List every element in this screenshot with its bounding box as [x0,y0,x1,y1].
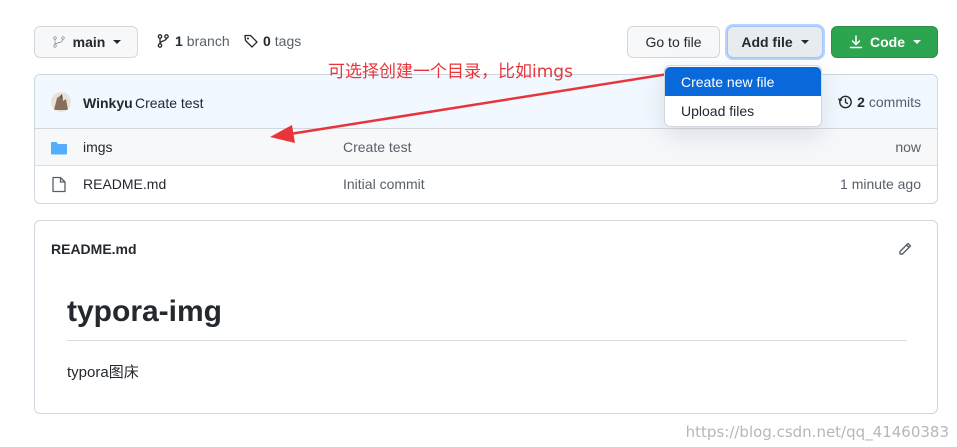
download-icon [849,35,863,49]
file-name[interactable]: imgs [83,139,113,155]
file-age: 1 minute ago [840,176,921,192]
menu-item-create-new-file[interactable]: Create new file [665,67,821,96]
tags-count: 0 [263,33,271,49]
history-icon [838,95,852,109]
git-branch-icon [157,34,169,48]
go-to-file-label: Go to file [645,34,702,50]
chevron-down-icon [800,40,809,44]
file-age: now [895,139,921,155]
file-commit-message[interactable]: Create test [343,139,411,155]
readme-heading: typora-img [67,295,223,328]
watermark: https://blog.csdn.net/qq_41460383 [685,423,949,441]
folder-icon [51,142,67,155]
add-file-menu: Create new file Upload files [664,65,822,127]
tags-link[interactable]: 0 tags [243,33,301,49]
branches-label: branch [186,33,230,49]
pencil-icon[interactable] [897,241,913,257]
branch-select-label: main [72,34,106,50]
code-label: Code [870,34,905,50]
commit-message[interactable]: Create test [135,95,203,111]
file-commit-message[interactable]: Initial commit [343,176,425,192]
add-file-button[interactable]: Add file [727,26,823,58]
go-to-file-button[interactable]: Go to file [627,26,720,58]
readme-heading-divider [67,340,907,341]
branches-count: 1 [175,33,183,49]
file-name[interactable]: README.md [83,176,166,192]
menu-item-upload-files[interactable]: Upload files [665,96,821,125]
chevron-down-icon [913,40,921,44]
branches-link[interactable]: 1 branch [155,33,230,49]
file-row[interactable]: imgs Create test now [35,129,937,166]
add-file-label: Add file [741,34,793,50]
git-branch-icon [53,36,65,48]
avatar[interactable] [51,92,71,112]
commits-history-link[interactable]: 2 commits [837,94,921,110]
chevron-down-icon [113,40,122,44]
file-row[interactable]: README.md Initial commit 1 minute ago [35,166,937,203]
annotation-text: 可选择创建一个目录，比如imgs [328,62,573,82]
readme-filename[interactable]: README.md [51,241,137,257]
commits-label: commits [868,94,921,110]
readme-body: typora图床 [67,364,139,381]
commits-count: 2 [857,94,865,110]
commit-author[interactable]: Winkyu [83,95,133,111]
readme-box: README.md typora-img typora图床 [34,220,938,414]
tag-icon [244,34,258,48]
file-icon [52,176,66,193]
tags-label: tags [274,33,302,49]
branch-select-button[interactable]: main [34,26,138,58]
code-button[interactable]: Code [831,26,938,58]
